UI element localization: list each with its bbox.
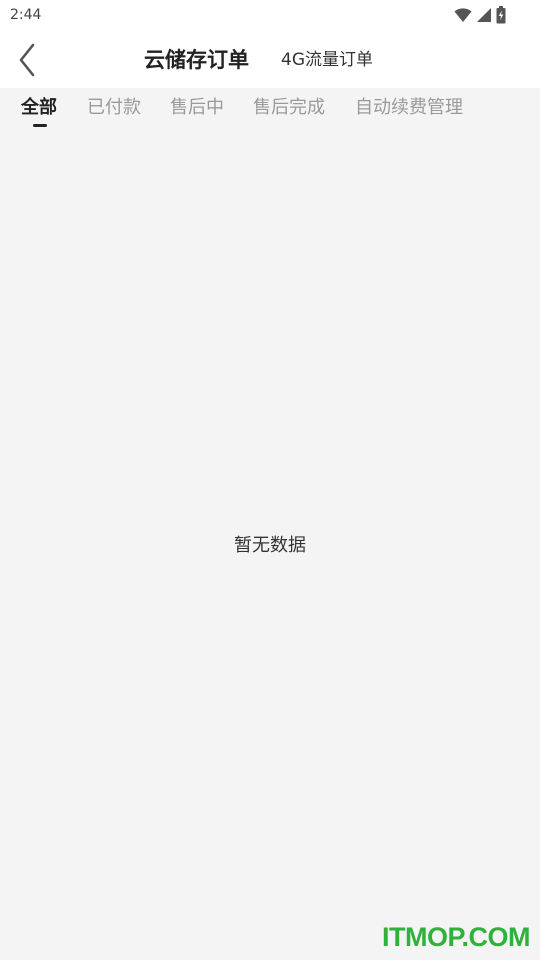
- filter-tab-after-sales-done[interactable]: 售后完成: [253, 97, 325, 119]
- tab-4g-data-orders[interactable]: 4G流量订单: [281, 49, 373, 71]
- filter-tab-all[interactable]: 全部: [21, 97, 57, 119]
- status-icons: [454, 6, 506, 24]
- active-tab-indicator: [33, 124, 47, 127]
- app-header: 云储存订单 4G流量订单: [0, 30, 540, 88]
- filter-tab-after-sales[interactable]: 售后中: [170, 97, 224, 119]
- status-bar: 2:44: [0, 0, 540, 30]
- battery-charging-icon: [496, 6, 506, 24]
- filter-tab-paid[interactable]: 已付款: [87, 97, 141, 119]
- chevron-left-icon: [19, 43, 35, 77]
- cellular-signal-icon: [477, 8, 491, 22]
- back-button[interactable]: [10, 42, 44, 78]
- filter-tab-auto-renew[interactable]: 自动续费管理: [355, 97, 463, 119]
- watermark-logo: ITMOP.COM: [381, 922, 531, 952]
- tab-cloud-storage-orders[interactable]: 云储存订单: [144, 47, 249, 73]
- order-filter-tabs: 全部 已付款 售后中 售后完成 自动续费管理: [0, 88, 540, 132]
- wifi-icon: [454, 8, 472, 22]
- empty-state-text: 暂无数据: [234, 535, 306, 556]
- status-time: 2:44: [10, 7, 42, 23]
